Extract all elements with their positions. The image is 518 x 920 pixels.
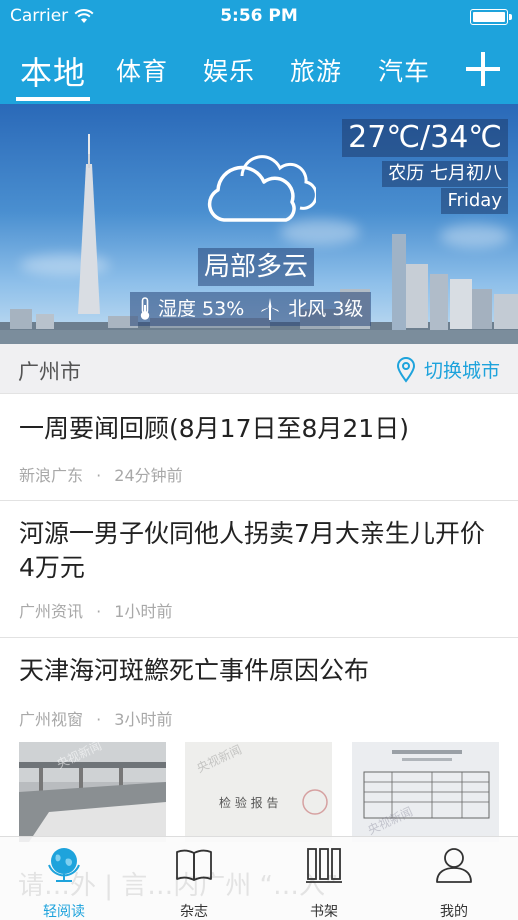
tab-label: 书架 — [310, 904, 338, 920]
switch-city-label: 切换城市 — [423, 360, 500, 382]
add-channel-button[interactable] — [466, 52, 500, 86]
news-title: 天津海河斑鰶死亡事件原因公布 — [19, 656, 370, 685]
humidity: 湿度 53% — [158, 298, 245, 320]
active-tab-indicator — [16, 97, 90, 101]
news-meta: 广州资讯 · 1小时前 — [19, 602, 173, 621]
weather-banner[interactable]: 27℃/34℃ 农历 七月初八 Friday 局部多云 湿度 53% 北风 3级 — [0, 104, 518, 344]
thumbnail-report[interactable]: 检 验 报 告 央视新闻 — [185, 742, 332, 842]
news-title: 一周要闻回顾(8月17日至8月21日) — [19, 414, 409, 443]
news-item[interactable]: 一周要闻回顾(8月17日至8月21日) 新浪广东 · 24分钟前 — [0, 395, 518, 501]
thermometer-icon — [140, 297, 150, 320]
tab-local[interactable]: 本地 — [20, 48, 86, 94]
news-meta: 新浪广东 · 24分钟前 — [19, 466, 183, 485]
temperature-range: 27℃/34℃ — [342, 119, 508, 157]
person-icon — [436, 848, 472, 883]
wind: 北风 3级 — [288, 298, 364, 320]
tab-auto[interactable]: 汽车 — [378, 52, 430, 88]
clock: 5:56 PM — [220, 6, 298, 26]
thumbnail-river[interactable]: 央视新闻 — [19, 742, 166, 842]
news-thumbnails: 央视新闻 检 验 报 告 央视新闻 央视新闻 — [19, 742, 499, 842]
report-heading: 检 验 报 告 — [219, 796, 279, 810]
globe-icon — [48, 848, 80, 882]
wind-turbine-icon — [261, 298, 280, 320]
tab-bookshelf[interactable]: 书架 — [284, 845, 364, 920]
tab-label: 轻阅读 — [43, 904, 85, 920]
weather-condition: 局部多云 — [198, 248, 315, 286]
news-time: 3小时前 — [114, 710, 173, 729]
weather-details: 湿度 53% 北风 3级 — [130, 292, 372, 326]
tab-label: 我的 — [440, 904, 468, 920]
news-title: 河源一男子伙同他人拐卖7月大亲生儿开价4万元 — [19, 519, 485, 582]
current-city: 广州市 — [18, 360, 81, 384]
header: Carrier 5:56 PM 本地 体育 娱乐 旅游 汽车 — [0, 0, 518, 104]
news-time: 1小时前 — [114, 602, 173, 621]
weekday: Friday — [441, 188, 508, 214]
tab-mine[interactable]: 我的 — [414, 845, 494, 920]
tab-entertainment[interactable]: 娱乐 — [203, 52, 255, 88]
lunar-date: 农历 七月初八 — [382, 161, 508, 187]
book-icon — [176, 849, 212, 881]
news-source: 广州视窗 — [19, 710, 84, 729]
thumbnail-table[interactable]: 央视新闻 — [352, 742, 499, 842]
news-meta: 广州视窗 · 3小时前 — [19, 710, 173, 729]
location-pin-icon — [396, 356, 415, 383]
channel-tabs: 本地 体育 娱乐 旅游 汽车 — [0, 40, 518, 104]
tab-light-read[interactable]: 轻阅读 — [24, 845, 104, 920]
tab-magazine[interactable]: 杂志 — [154, 845, 234, 920]
city-bar: 广州市 切换城市 — [0, 344, 518, 394]
tab-label: 杂志 — [180, 904, 208, 920]
status-bar: Carrier 5:56 PM — [0, 0, 518, 34]
bottom-tab-bar: 请…外 | 言…内广州 “…入” 轻阅读 杂志 书架 我的 — [0, 836, 518, 920]
bookshelf-icon — [306, 848, 342, 883]
switch-city-button[interactable]: 切换城市 — [396, 356, 500, 383]
battery-icon — [470, 9, 512, 25]
news-time: 24分钟前 — [114, 466, 183, 485]
news-source: 新浪广东 — [19, 466, 84, 485]
cloud-icon — [207, 155, 316, 222]
tab-travel[interactable]: 旅游 — [290, 52, 342, 88]
news-source: 广州资讯 — [19, 602, 84, 621]
news-item[interactable]: 河源一男子伙同他人拐卖7月大亲生儿开价4万元 广州资讯 · 1小时前 — [0, 501, 518, 638]
tab-sports[interactable]: 体育 — [116, 52, 168, 88]
